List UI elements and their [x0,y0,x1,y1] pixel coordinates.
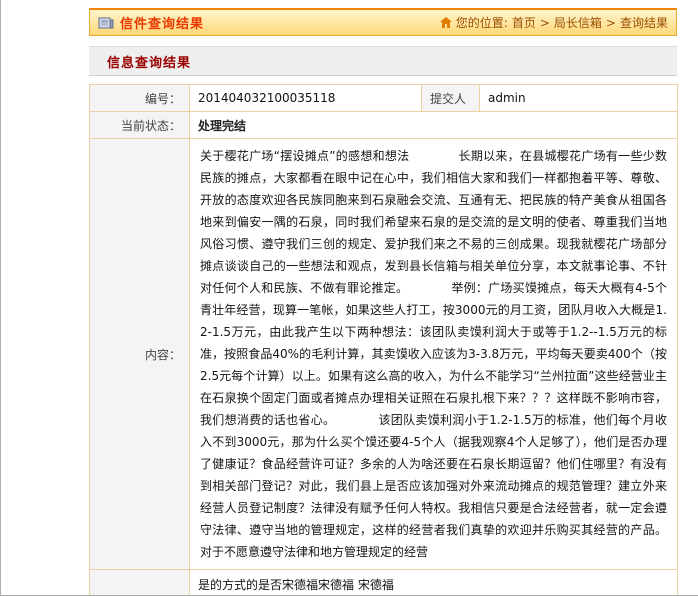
main-content: 信件查询结果 您的位置: 首页 > 局长信箱 > 查询结果 信息查询结果 [89,8,677,596]
home-icon [440,17,452,28]
result-table: 编号： 201404032100035118 提交人 admin 当前状态： 处… [89,84,678,596]
status-value: 处理完结 [190,112,678,139]
header-left: 信件查询结果 [98,13,204,32]
breadcrumb-current: 查询结果 [620,14,668,31]
breadcrumb-mailbox-link[interactable]: 局长信箱 [554,14,602,31]
result-value: 是的方式的是否宋德福宋德福 宋德福 [190,570,678,596]
submitter-label: 提交人 [422,85,480,112]
section-header: 信息查询结果 [89,46,677,76]
breadcrumb-separator: > [540,16,550,30]
table-row-status: 当前状态： 处理完结 [90,112,678,139]
breadcrumb-separator: > [606,16,616,30]
submitter-value: admin [480,85,678,112]
status-label: 当前状态： [90,112,190,139]
table-row-content: 内容： 关于樱花广场“摆设摊点”的感想和想法 长期以来，在县城樱花广场有一些少数… [90,139,678,570]
breadcrumb-label: 您的位置: [456,14,508,31]
number-value: 201404032100035118 [190,85,422,112]
section-title: 信息查询结果 [107,52,191,71]
table-row-number: 编号： 201404032100035118 提交人 admin [90,85,678,112]
result-label: 处理结果: [90,570,190,596]
content-label: 内容： [90,139,190,570]
header-bar: 信件查询结果 您的位置: 首页 > 局长信箱 > 查询结果 [89,8,677,36]
table-row-result: 处理结果: 是的方式的是否宋德福宋德福 宋德福 [90,570,678,596]
mail-icon [98,16,114,30]
breadcrumb-home-link[interactable]: 首页 [512,14,536,31]
page-title: 信件查询结果 [120,13,204,32]
content-value: 关于樱花广场“摆设摊点”的感想和想法 长期以来，在县城樱花广场有一些少数民族的摊… [190,139,678,570]
number-label: 编号： [90,85,190,112]
breadcrumb: 您的位置: 首页 > 局长信箱 > 查询结果 [440,14,668,31]
page: 信件查询结果 您的位置: 首页 > 局长信箱 > 查询结果 信息查询结果 [0,0,698,596]
